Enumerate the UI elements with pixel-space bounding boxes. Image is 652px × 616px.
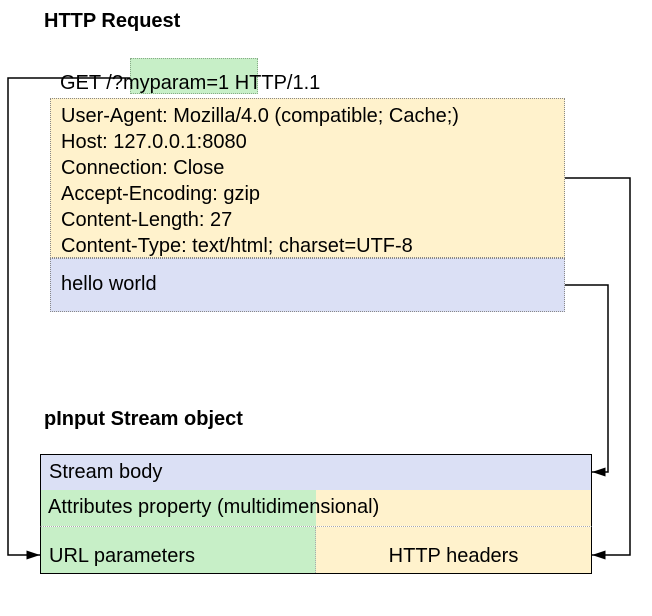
- request-body-box: hello world: [50, 258, 565, 312]
- http-headers-cell: HTTP headers: [316, 527, 591, 573]
- headers-box: User-Agent: Mozilla/4.0 (compatible; Cac…: [50, 98, 565, 258]
- header-line: Connection: Close: [61, 155, 554, 181]
- url-parameters-cell: URL parameters: [41, 527, 316, 573]
- header-line: Accept-Encoding: gzip: [61, 181, 554, 207]
- pinput-title: pInput Stream object: [44, 408, 243, 431]
- header-line: Content-Length: 27: [61, 207, 554, 233]
- params-row: URL parameters HTTP headers: [40, 526, 592, 574]
- http-request-title: HTTP Request: [44, 10, 180, 33]
- request-line: GET /?myparam=1 HTTP/1.1: [60, 72, 320, 95]
- header-line: Content-Type: text/html; charset=UTF-8: [61, 233, 554, 259]
- stream-body-box: Stream body: [40, 454, 592, 490]
- header-line: Host: 127.0.0.1:8080: [61, 129, 554, 155]
- attributes-property-label: Attributes property (multidimensional): [48, 496, 379, 519]
- header-line: User-Agent: Mozilla/4.0 (compatible; Cac…: [61, 103, 554, 129]
